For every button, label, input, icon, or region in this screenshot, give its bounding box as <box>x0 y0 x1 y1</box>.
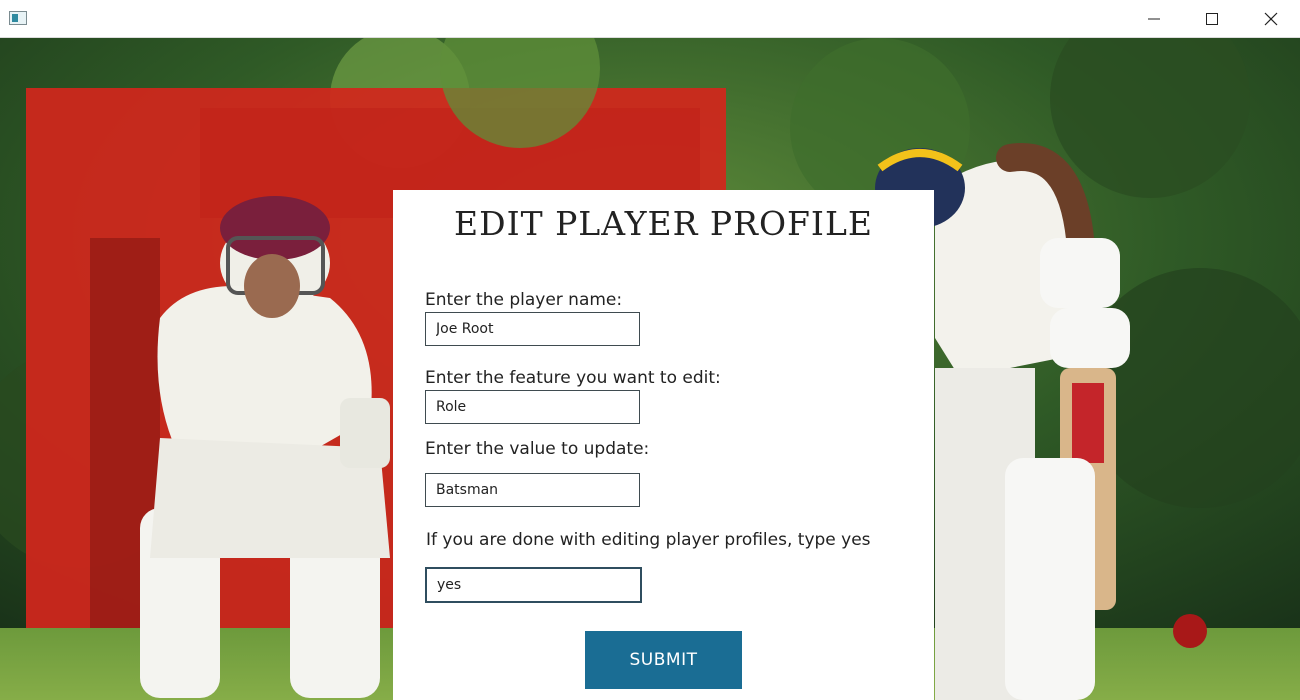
feature-label: Enter the feature you want to edit: <box>425 368 721 388</box>
submit-button[interactable]: SUBMIT <box>585 631 742 689</box>
window-titlebar <box>0 0 1300 38</box>
feature-input[interactable] <box>425 390 640 424</box>
close-button[interactable] <box>1242 0 1300 38</box>
minimize-icon <box>1148 18 1160 20</box>
close-icon <box>1264 12 1278 26</box>
page-title: EDIT PLAYER PROFILE <box>454 204 873 243</box>
minimize-button[interactable] <box>1125 0 1183 38</box>
player-name-input[interactable] <box>425 312 640 346</box>
app-icon <box>9 11 27 25</box>
new-value-label: Enter the value to update: <box>425 439 650 459</box>
player-name-label: Enter the player name: <box>425 290 623 310</box>
done-prompt-label: If you are done with editing player prof… <box>426 530 871 550</box>
done-input[interactable] <box>425 567 642 603</box>
new-value-input[interactable] <box>425 473 640 507</box>
maximize-icon <box>1206 13 1218 25</box>
maximize-button[interactable] <box>1183 0 1241 38</box>
